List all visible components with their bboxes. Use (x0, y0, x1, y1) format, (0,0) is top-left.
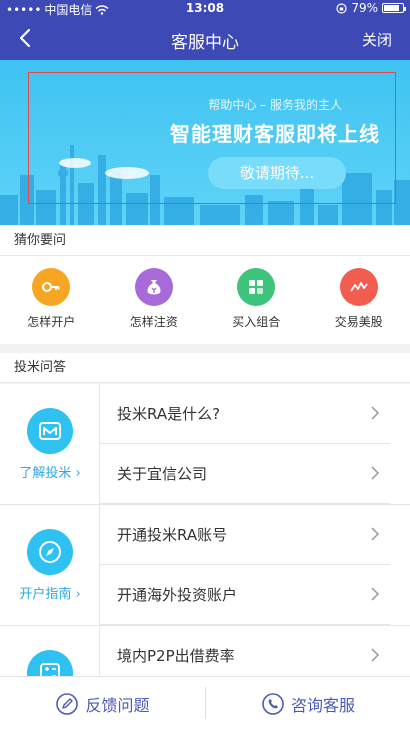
chevron-right-icon (371, 466, 380, 480)
grid-icon (237, 268, 276, 306)
battery-percent: 79% (351, 1, 378, 15)
qa-list: 了解投米 › 投米RA是什么? 关于宜信公司 开户指南 › 开通投米RA账号 开… (0, 384, 410, 676)
guess-item-label: 交易美股 (334, 315, 383, 329)
qa-group-about: 了解投米 › 投米RA是什么? 关于宜信公司 (0, 384, 410, 504)
guess-item-label: 怎样注资 (129, 315, 178, 329)
question-row[interactable]: 境内P2P出借费率 (100, 626, 390, 676)
question-row[interactable]: 开通海外投资账户 (100, 565, 390, 625)
banner-headline: 智能理财客服即将上线 (170, 122, 380, 146)
edit-pencil-icon (56, 693, 79, 715)
guess-item-deposit[interactable]: 怎样注资 (103, 256, 206, 344)
page-title: 客服中心 (171, 33, 239, 53)
consult-label: 咨询客服 (290, 696, 355, 715)
about-touzi-link[interactable]: 了解投米 › (0, 384, 100, 504)
battery-icon (382, 3, 406, 13)
chevron-right-icon (371, 527, 380, 541)
chevron-right-icon (371, 406, 380, 420)
question-text: 投米RA是什么? (117, 405, 221, 423)
status-bar: ••••• 中国电信 13:08 79% (0, 0, 410, 18)
guess-item-label: 怎样开户 (27, 315, 76, 329)
compass-icon (27, 529, 73, 575)
account-guide-link[interactable]: 开户指南 › (0, 505, 100, 625)
guess-item-us-stocks[interactable]: 交易美股 (308, 256, 410, 344)
nav-bar: 客服中心 关闭 (0, 18, 410, 60)
question-text: 开通投米RA账号 (117, 526, 228, 544)
chevron-right-icon (371, 587, 380, 601)
guess-item-label: 买入组合 (232, 315, 281, 329)
key-icon (32, 268, 71, 306)
close-button[interactable]: 关闭 (362, 29, 392, 50)
qa-section-title: 投米问答 (0, 353, 410, 383)
money-bag-icon (134, 268, 173, 306)
promo-banner[interactable]: 帮助中心 – 服务我的主人 智能理财客服即将上线 敬请期待... (0, 60, 410, 225)
question-text: 关于宜信公司 (117, 465, 208, 483)
feedback-button[interactable]: 反馈问题 (0, 677, 205, 730)
group-link-label: 了解投米 › (19, 466, 81, 481)
bottom-action-bar: 反馈问题 咨询客服 (0, 676, 410, 730)
guess-item-open-account[interactable]: 怎样开户 (0, 256, 103, 344)
consult-service-button[interactable]: 咨询客服 (206, 677, 410, 730)
fees-link[interactable] (0, 626, 100, 676)
orientation-lock-icon (336, 2, 347, 14)
qa-group-account-guide: 开户指南 › 开通投米RA账号 开通海外投资账户 (0, 505, 410, 625)
trend-chart-icon (339, 268, 378, 306)
m-logo-icon (27, 408, 73, 454)
question-text: 境内P2P出借费率 (117, 647, 235, 665)
question-row[interactable]: 投米RA是什么? (100, 384, 390, 444)
guess-grid: 怎样开户 怎样注资 买入组合 交易美股 (0, 256, 410, 344)
guess-item-buy-portfolio[interactable]: 买入组合 (205, 256, 308, 344)
customer-service-screen: ••••• 中国电信 13:08 79% 客服中心 关闭 帮助中心 – 服务我的… (0, 0, 410, 730)
phone-icon (262, 693, 284, 715)
feedback-label: 反馈问题 (85, 696, 150, 715)
banner-subtitle: 帮助中心 – 服务我的主人 (208, 98, 342, 112)
question-row[interactable]: 关于宜信公司 (100, 444, 390, 504)
qa-group-fees: 境内P2P出借费率 (0, 626, 410, 676)
group-link-label: 开户指南 › (19, 587, 81, 602)
question-text: 开通海外投资账户 (117, 586, 238, 604)
guess-section-title: 猜你要问 (0, 226, 410, 256)
coming-soon-button[interactable]: 敬请期待... (208, 157, 346, 189)
chevron-right-icon (371, 648, 380, 662)
question-row[interactable]: 开通投米RA账号 (100, 505, 390, 565)
calculator-icon (27, 650, 73, 676)
